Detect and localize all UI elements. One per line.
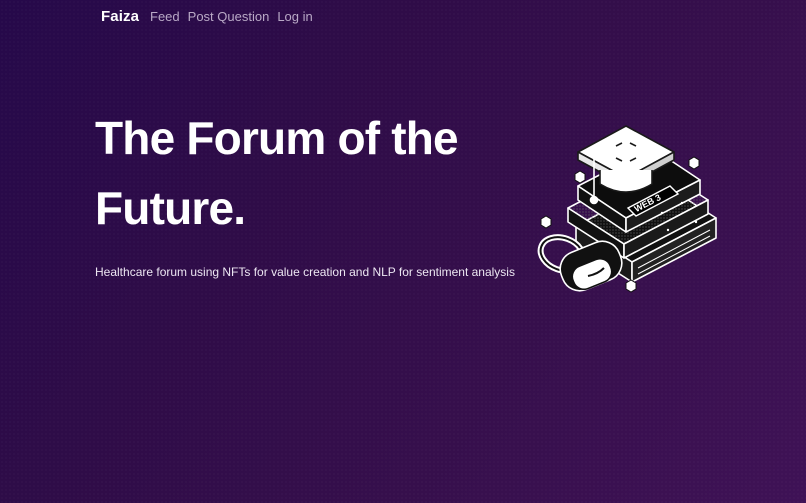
brand-logo[interactable]: Faiza <box>101 8 139 26</box>
nav-link-feed[interactable]: Feed <box>150 8 180 26</box>
nav-link-log-in[interactable]: Log in <box>277 8 312 26</box>
top-nav: Faiza Feed Post Question Log in <box>101 8 321 26</box>
nav-link-post-question[interactable]: Post Question <box>188 8 270 26</box>
hero-title: The Forum of the Future. <box>95 112 459 234</box>
hero-subtitle: Healthcare forum using NFTs for value cr… <box>95 265 515 279</box>
web3-education-illustration: WEB 3 <box>537 125 717 293</box>
